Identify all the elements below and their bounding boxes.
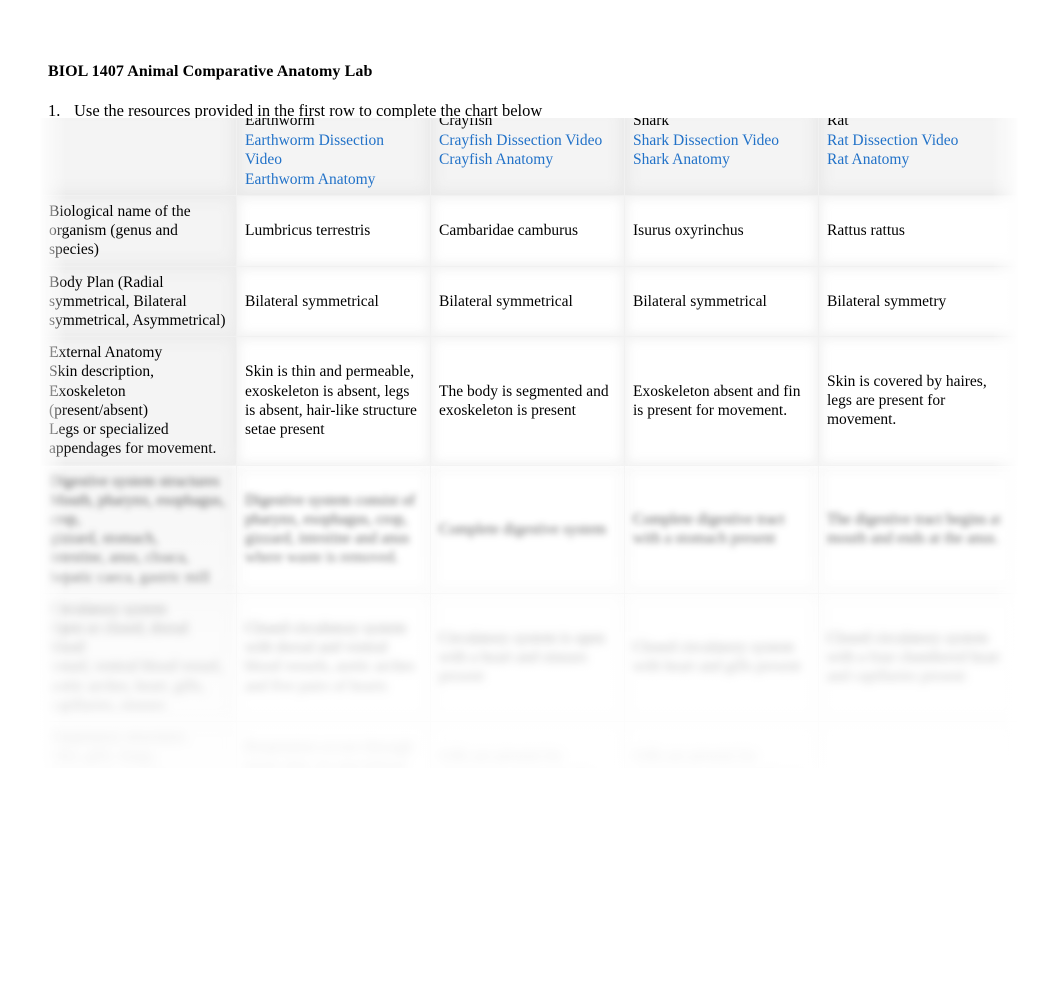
cell-earthworm-circulatory: Closed circulatory system with dorsal an… (236, 592, 431, 723)
animal-name-shark: Shark (633, 118, 670, 129)
row-label-line: intestine, anus, cloaca, (49, 549, 189, 567)
cell-shark-biological-name: Isurus oxyrinchus (624, 194, 819, 267)
row-label-line: vessel, ventral blood vessel, (49, 658, 223, 676)
table-row: Circulatory system Open or closed, dorsa… (40, 592, 1018, 723)
table-row: Digestive system structures Mouth, phary… (40, 464, 1018, 594)
row-label-line: External Anatomy (49, 344, 163, 362)
row-label-line: hepatic caeca, gastric mill (49, 568, 210, 586)
cell-crayfish-digestive: Complete digestive system (430, 464, 625, 594)
cell-crayfish-body-plan: Bilateral symmetrical (430, 265, 625, 338)
link-crayfish-dissection-video[interactable]: Crayfish Dissection Video (439, 131, 614, 150)
cell-shark-respiratory: Gills are present for respiration and th… (624, 721, 819, 768)
row-label-line: Digestive system structures (49, 472, 220, 490)
cell-shark-body-plan: Bilateral symmetrical (624, 265, 819, 338)
link-rat-dissection-video[interactable]: Rat Dissection Video (827, 131, 1008, 150)
animal-name-rat: Rat (827, 118, 849, 129)
cell-crayfish-respiratory: Gills are present for respiration and ne… (430, 721, 625, 768)
row-label-line: diaphragm, trachea, (49, 767, 226, 769)
row-label-respiratory-excretory: Respiratory structures Skin, gills, lung… (40, 721, 237, 769)
row-label-line: Legs or specialized appendages for movem… (49, 421, 217, 458)
link-earthworm-anatomy[interactable]: Earthworm Anatomy (245, 170, 420, 189)
animal-name-crayfish: Crayfish (439, 118, 493, 129)
cell-earthworm-digestive: Digestive system consist of pharynx, eso… (236, 464, 431, 594)
cell-rat-external-anatomy: Skin is covered by haires, legs are pres… (818, 336, 1018, 466)
row-label-line: Mouth, pharynx, esophagus, crop, (49, 491, 226, 528)
cell-crayfish-circulatory: Circulatory system is open with a heart … (430, 592, 625, 723)
header-cell-blank (40, 118, 237, 196)
cell-earthworm-body-plan: Bilateral symmetrical (236, 265, 431, 338)
cell-shark-external-anatomy: Exoskeleton absent and fin is present fo… (624, 336, 819, 466)
row-label-line: aortic arches, heart, gills, (49, 677, 205, 695)
header-cell-rat: Rat Rat Dissection Video Rat Anatomy (818, 118, 1018, 196)
cell-crayfish-biological-name: Cambaridae camburus (430, 194, 625, 267)
link-rat-anatomy[interactable]: Rat Anatomy (827, 150, 1008, 169)
row-label-digestive-system: Digestive system structures Mouth, phary… (40, 464, 237, 594)
row-label-line: Circulatory system (49, 600, 167, 618)
link-shark-anatomy[interactable]: Shark Anatomy (633, 150, 808, 169)
cell-rat-biological-name: Rattus rattus (818, 194, 1018, 267)
link-earthworm-dissection-video[interactable]: Earthworm Dissection Video (245, 131, 420, 169)
header-cell-shark: Shark Shark Dissection Video Shark Anato… (624, 118, 819, 196)
row-label-body-plan: Body Plan (Radial symmetrical, Bilateral… (40, 265, 237, 338)
row-label-line: Open or closed, dorsal blood (49, 620, 189, 657)
row-label-line: Skin description, Exoskeleton (present/a… (49, 363, 155, 419)
anatomy-chart-container: Earthworm Earthworm Dissection Video Ear… (40, 118, 1018, 768)
cell-rat-respiratory (818, 721, 1018, 768)
row-label-external-anatomy: External Anatomy Skin description, Exosk… (40, 336, 237, 466)
table-row: Respiratory structures Skin, gills, lung… (40, 721, 1018, 769)
table-row: Body Plan (Radial symmetrical, Bilateral… (40, 265, 1018, 338)
page-title: BIOL 1407 Animal Comparative Anatomy Lab (48, 63, 373, 80)
row-label-line: capillaries, sinuses (49, 696, 166, 714)
link-crayfish-anatomy[interactable]: Crayfish Anatomy (439, 150, 614, 169)
table-row: External Anatomy Skin description, Exosk… (40, 336, 1018, 466)
cell-shark-circulatory: Closed circulatory system with heart and… (624, 592, 819, 723)
document-page: BIOL 1407 Animal Comparative Anatomy Lab… (0, 0, 1062, 1001)
row-label-line: Respiratory structures (49, 729, 186, 747)
table-row: Biological name of the organism (genus a… (40, 194, 1018, 267)
row-label-biological-name: Biological name of the organism (genus a… (40, 194, 237, 267)
header-cell-crayfish: Crayfish Crayfish Dissection Video Crayf… (430, 118, 625, 196)
cell-earthworm-respiratory: Respiration occurs through moist skin, n… (236, 721, 431, 768)
table-header-row: Earthworm Earthworm Dissection Video Ear… (40, 118, 1018, 196)
cell-rat-digestive: The digestive tract begins at mouth and … (818, 464, 1018, 594)
row-label-line: gizzard, stomach, (49, 530, 158, 548)
cell-earthworm-biological-name: Lumbricus terrestris (236, 194, 431, 267)
row-label-circulatory-system: Circulatory system Open or closed, dorsa… (40, 592, 237, 723)
header-cell-earthworm: Earthworm Earthworm Dissection Video Ear… (236, 118, 431, 196)
cell-shark-digestive: Complete digestive tract with a stomach … (624, 464, 819, 594)
cell-crayfish-external-anatomy: The body is segmented and exoskeleton is… (430, 336, 625, 466)
cell-rat-circulatory: Closed circulatory system with a four ch… (818, 592, 1018, 723)
anatomy-comparison-table: Earthworm Earthworm Dissection Video Ear… (40, 118, 1018, 768)
link-shark-dissection-video[interactable]: Shark Dissection Video (633, 131, 808, 150)
animal-name-earthworm: Earthworm (245, 118, 315, 129)
cell-earthworm-external-anatomy: Skin is thin and permeable, exoskeleton … (236, 336, 431, 466)
cell-rat-body-plan: Bilateral symmetry (818, 265, 1018, 338)
row-label-line: Skin, gills, lungs, (49, 748, 158, 766)
